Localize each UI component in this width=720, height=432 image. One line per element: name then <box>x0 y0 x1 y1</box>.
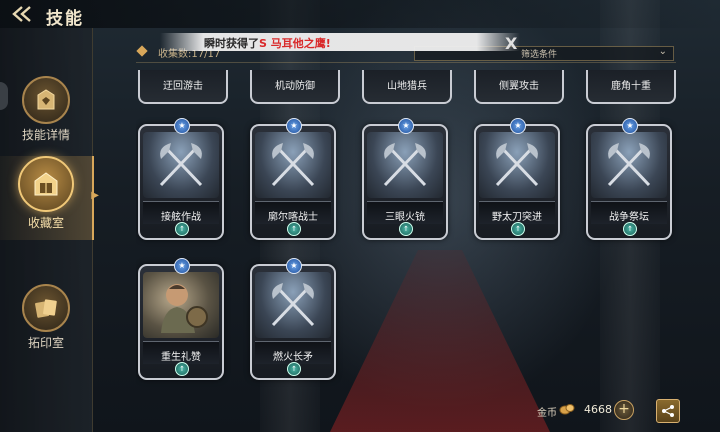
card-grid: 迂回游击 机动防御 山地猎兵 侧翼攻击 鹿角十重 接舷作战 ★ ↑ 廓尔喀战士 … <box>136 70 696 390</box>
rarity-badge-icon: ★ <box>398 118 414 134</box>
level-badge-icon: ↑ <box>287 222 301 236</box>
nav-label-skill-details: 技能详情 <box>21 128 70 142</box>
level-badge-icon: ↑ <box>511 222 525 236</box>
card-stub-label: 迂回游击 <box>163 81 203 92</box>
rarity-badge-icon: ★ <box>174 258 190 274</box>
filter-label: 筛选条件 <box>521 50 558 60</box>
card-stub[interactable]: 侧翼攻击 <box>474 70 564 104</box>
crossed-axes-art <box>479 132 555 198</box>
skill-card[interactable]: 三眼火铳 ★ ↑ <box>362 118 448 240</box>
card-stub[interactable]: 山地猎兵 <box>362 70 452 104</box>
card-label: 燃火长矛 <box>273 352 313 363</box>
diamond-icon <box>136 45 148 57</box>
crossed-axes-art <box>143 132 219 198</box>
skill-card[interactable]: 重生礼赞 ★ ↑ <box>138 258 224 380</box>
level-badge-icon: ↑ <box>287 362 301 376</box>
toast-message: 瞬时获得了S 马耳他之鹰! <box>204 35 331 51</box>
hero-portrait-art <box>143 272 219 338</box>
level-badge-icon: ↑ <box>175 362 189 376</box>
nav-label-collection-room: 收藏室 <box>27 216 64 230</box>
skill-card[interactable]: 廓尔喀战士 ★ ↑ <box>250 118 336 240</box>
rarity-badge-icon: ★ <box>286 258 302 274</box>
level-badge-icon: ↑ <box>175 222 189 236</box>
card-stub[interactable]: 鹿角十重 <box>586 70 676 104</box>
card-stub[interactable]: 机动防御 <box>250 70 340 104</box>
page-title: 技能 <box>46 9 84 29</box>
skill-card[interactable]: 战争祭坛 ★ ↑ <box>586 118 672 240</box>
crossed-axes-art <box>255 132 331 198</box>
rarity-badge-icon: ★ <box>174 118 190 134</box>
chevron-right-icon: ▶ <box>91 190 99 201</box>
toast-prefix: 瞬时获得了 <box>204 37 259 50</box>
card-label: 三眼火铳 <box>385 212 425 223</box>
level-badge-icon: ↑ <box>399 222 413 236</box>
rarity-badge-icon: ★ <box>510 118 526 134</box>
top-header: 技能 <box>0 0 720 29</box>
rarity-badge-icon: ★ <box>286 118 302 134</box>
nav-collection-room[interactable]: 收藏室 ▶ <box>0 156 99 240</box>
card-label: 野太刀突进 <box>492 212 542 223</box>
skill-details-icon <box>22 76 70 124</box>
share-icon <box>662 405 674 417</box>
skill-card[interactable]: 燃火长矛 ★ ↑ <box>250 258 336 380</box>
card-stub[interactable]: 迂回游击 <box>138 70 228 104</box>
back-button[interactable] <box>8 3 42 25</box>
card-label: 廓尔喀战士 <box>268 212 318 223</box>
close-icon[interactable]: X <box>505 34 517 53</box>
collection-room-icon <box>18 156 74 212</box>
skill-card[interactable]: 野太刀突进 ★ ↑ <box>474 118 560 240</box>
nav-label-rubbing-room: 拓印室 <box>27 336 64 350</box>
card-label: 战争祭坛 <box>609 212 649 223</box>
crossed-axes-art <box>591 132 667 198</box>
currency-label: 金币 <box>537 408 557 419</box>
nav-skill-details[interactable]: 技能详情 <box>0 72 92 156</box>
back-arrow-icon <box>12 6 31 22</box>
side-drawer-handle[interactable] <box>0 82 8 110</box>
crossed-axes-art <box>255 272 331 338</box>
card-stub-label: 机动防御 <box>275 81 315 92</box>
toast-highlight: S 马耳他之鹰! <box>259 37 331 50</box>
share-button[interactable] <box>656 399 680 423</box>
chevron-down-icon: ⌄ <box>658 46 667 57</box>
left-nav: 技能详情 收藏室 ▶ 拓印室 <box>0 28 99 432</box>
level-badge-icon: ↑ <box>623 222 637 236</box>
nav-rubbing-room[interactable]: 拓印室 <box>0 280 92 364</box>
card-label: 接舷作战 <box>161 212 201 223</box>
card-stub-label: 侧翼攻击 <box>499 81 539 92</box>
rubbing-room-icon <box>22 284 70 332</box>
card-stub-label: 山地猎兵 <box>387 81 427 92</box>
gold-coin-icon <box>559 404 575 415</box>
card-stub-label: 鹿角十重 <box>611 81 651 92</box>
crossed-axes-art <box>367 132 443 198</box>
add-gold-button[interactable]: + <box>614 400 634 420</box>
reward-toast: 瞬时获得了S 马耳他之鹰! <box>160 33 520 51</box>
gold-amount: 4668 <box>584 403 612 416</box>
card-label: 重生礼赞 <box>161 352 201 363</box>
skill-card[interactable]: 接舷作战 ★ ↑ <box>138 118 224 240</box>
rarity-badge-icon: ★ <box>622 118 638 134</box>
